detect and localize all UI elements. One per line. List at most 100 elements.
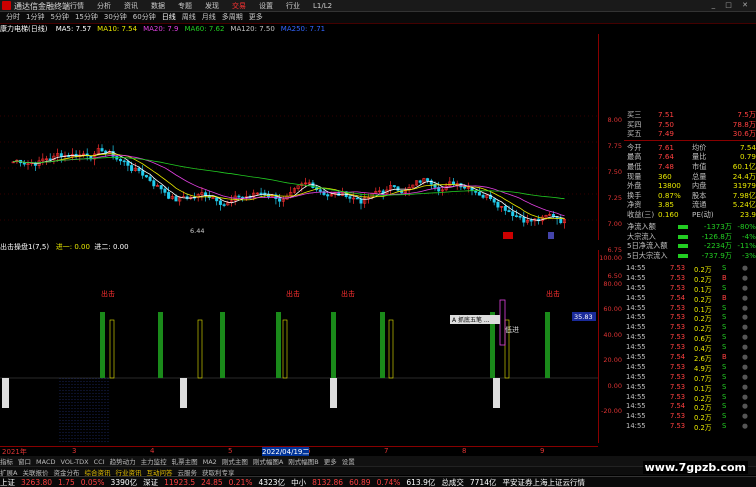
event-marker[interactable] [548,232,554,239]
candle-body [130,165,134,171]
menu-item[interactable]: 行业 [286,1,300,11]
tick-time: 14:55 [626,273,646,282]
period-tab[interactable]: 5分钟 [50,12,68,22]
indicator-tab[interactable]: MA2 [203,458,217,466]
index-label[interactable]: 中小 [291,477,306,487]
tick-list[interactable]: 14:55 7.53 0.2万 S ● 14:55 7.53 0.2万 B ● 14:55 7.53 0… [624,264,756,432]
index-label[interactable]: 深证 [143,477,158,487]
quote-volume: 30.6万 [732,129,756,139]
watermark: www.7gpzb.com [642,461,748,474]
tick-row[interactable]: 14:55 7.53 0.6万 S ● [624,333,756,343]
tick-row[interactable]: 14:55 7.53 0.1万 S ● [624,284,756,294]
indicator-tab[interactable]: 刚式幅图B [288,456,318,466]
tick-row[interactable]: 14:55 7.53 4.9万 S ● [624,363,756,373]
tick-time: 14:55 [626,293,646,302]
candle-body [278,198,282,202]
period-tab[interactable]: 月线 [202,12,216,22]
indicator-tick: 100.00 [599,254,622,262]
total-label: 总成交 [441,478,464,487]
tick-row[interactable]: 14:55 7.54 0.2万 S ● [624,402,756,412]
tick-row[interactable]: 14:55 7.53 0.2万 S ● [624,412,756,422]
fund-flow-panel: 净流入额 -1373万 -80% 大宗流入 -126.8万 -4% 5日净流入额 -2234万… [624,222,756,260]
tick-row[interactable]: 14:55 7.53 0.2万 S ● [624,422,756,432]
indicator-tab[interactable]: 主力监控 [141,456,167,466]
period-tab[interactable]: 60分钟 [133,12,156,22]
candle-body [514,215,518,217]
indicator-tab[interactable]: MACD [36,458,55,466]
negative-bar [180,378,187,408]
quote-label: 现量 [627,171,642,181]
menu-item[interactable]: 数据 [151,1,165,11]
tick-row[interactable]: 14:55 7.54 0.2万 B ● [624,294,756,304]
quote-row: 最高 7.64 量比 0.79 [624,152,756,162]
month-mark: 7 [384,447,389,455]
quote-value: 7.54 [739,142,756,152]
candle-body [326,194,330,197]
indicator-tick: 80.00 [603,279,622,288]
month-mark: 5 [228,447,233,455]
indicator-chart[interactable]: 出击 出击 出击 出击低进 A 抓底五笔 ... 35.83 [0,250,598,443]
tick-row[interactable]: 14:55 7.54 2.6万 B ● [624,353,756,363]
indicator-tab[interactable]: 指标 [0,456,13,466]
indicator-tab[interactable]: CCI [94,458,105,466]
period-tab[interactable]: 更多 [249,12,263,22]
indicator-tab[interactable]: VOL-TDX [60,458,88,466]
menu-item[interactable]: L1/L2 [313,2,332,10]
tick-price: 7.53 [670,303,686,312]
tick-flag: ● [742,303,748,312]
quote-value: 23.9 [739,209,756,219]
kline-chart[interactable]: 6.44 [0,34,598,240]
tick-row[interactable]: 14:55 7.53 0.7万 S ● [624,373,756,383]
tick-row[interactable]: 14:55 7.53 0.2万 S ● [624,323,756,333]
tick-price: 7.53 [670,392,686,401]
indicator-tab[interactable]: 轧票主图 [172,456,198,466]
period-tab[interactable]: 1分钟 [26,12,44,22]
flow-pct: -3% [742,250,756,260]
menu-item[interactable]: 行情 [70,1,84,11]
negative-bar [330,378,337,408]
signal-bar [545,312,550,378]
quote-value: 24.4万 [732,171,756,181]
indicator-tab[interactable]: 刚式主图 [222,456,248,466]
menu-item[interactable]: 发现 [205,1,219,11]
tick-time: 14:55 [626,303,646,312]
tick-row[interactable]: 14:55 7.53 0.4万 S ● [624,343,756,353]
tick-row[interactable]: 14:55 7.53 0.2万 S ● [624,393,756,403]
indicator-tab[interactable]: 窗口 [18,456,31,466]
menu-item[interactable]: 专题 [178,1,192,11]
period-tab[interactable]: 周线 [182,12,196,22]
flow-row: 5日大宗流入 -737.9万 -3% [624,251,756,261]
tick-volume: 0.2万 [694,315,712,324]
tick-flag: ● [742,313,748,322]
tick-side: S [722,372,727,381]
tick-row[interactable]: 14:55 7.53 0.2万 S ● [624,313,756,323]
menu-item[interactable]: 资讯 [124,1,138,11]
event-marker[interactable] [503,232,513,239]
period-tab[interactable]: 多周期 [222,12,243,22]
period-tab[interactable]: 30分钟 [104,12,127,22]
tick-row[interactable]: 14:55 7.53 0.2万 B ● [624,274,756,284]
tick-flag: ● [742,372,748,381]
menu-item[interactable]: 设置 [259,1,273,11]
tick-row[interactable]: 14:55 7.53 0.1万 S ● [624,304,756,314]
signal-bar [276,312,281,378]
tick-time: 14:55 [626,422,646,431]
date-axis: 2021年34567892022/04/19二 [0,446,598,457]
tick-price: 7.53 [670,283,686,292]
tick-price: 7.53 [670,372,686,381]
menu-item[interactable]: 分析 [97,1,111,11]
tick-row[interactable]: 14:55 7.53 0.1万 S ● [624,383,756,393]
indicator-tab[interactable]: 刚式幅图A [253,456,283,466]
period-tab[interactable]: 日线 [162,12,176,22]
index-label[interactable]: 上证 [0,477,15,487]
indicator-tab[interactable]: 趋势动力 [110,456,136,466]
indicator-tab[interactable]: 设置 [342,456,355,466]
indicator-tab[interactable]: 更多 [324,456,337,466]
period-tab[interactable]: 分时 [6,12,20,22]
window-controls[interactable]: _ □ ✕ [712,1,752,9]
quote-value: 7.50 [658,119,675,129]
quote-value: 31979 [733,181,756,191]
menu-item[interactable]: 交易 [232,1,246,11]
tick-row[interactable]: 14:55 7.53 0.2万 S ● [624,264,756,274]
period-tab[interactable]: 15分钟 [75,12,98,22]
